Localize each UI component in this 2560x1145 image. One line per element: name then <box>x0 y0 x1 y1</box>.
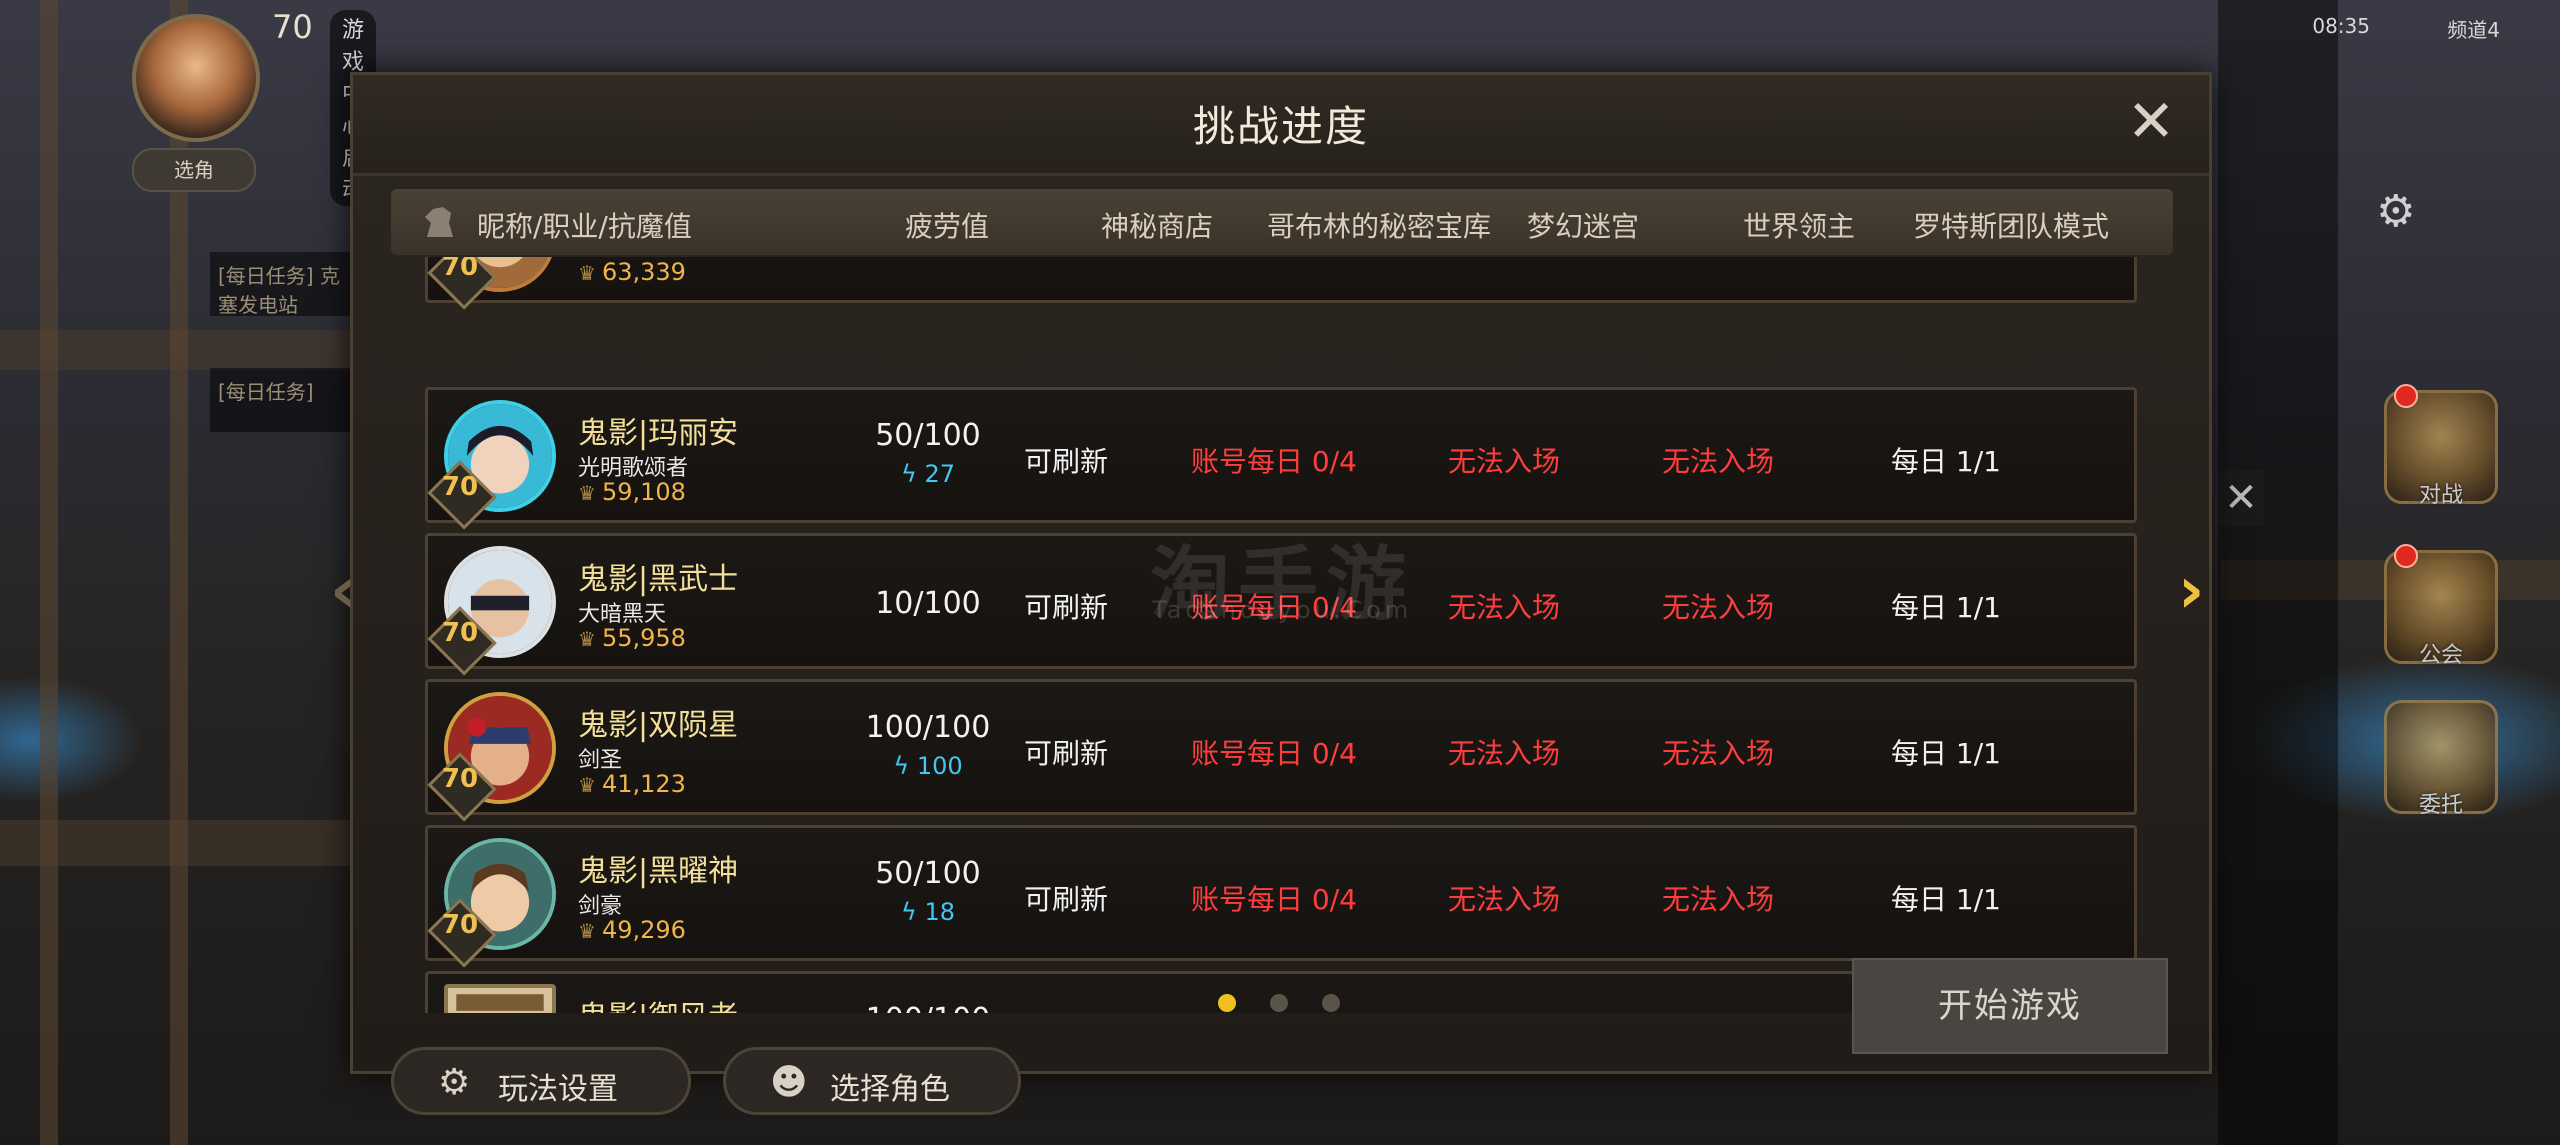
column-header-dream-maze: 梦幻迷宫 <box>1527 210 1640 243</box>
anti-magic-number: 55,958 <box>601 624 686 652</box>
page-dot-3[interactable] <box>1322 994 1340 1012</box>
lightning-icon: ϟ <box>900 898 925 926</box>
mystic-shop-status: 可刷新 <box>1023 591 1108 624</box>
page-dot-2[interactable] <box>1270 994 1288 1012</box>
right-hud: 08:35 频道4 对战 公会 委托 <box>2220 0 2560 1145</box>
fatigue-bonus-number: 18 <box>924 898 955 926</box>
commission-label: 委托 <box>2418 793 2463 818</box>
mystic-shop-status: 可刷新 <box>1023 737 1108 770</box>
player-hud: 70 游戏中心启动 选角 [每日任务] 克塞发电站 [每日任务] <box>0 0 377 460</box>
level-text: 70 <box>441 910 479 940</box>
lightning-icon: ϟ <box>900 460 925 488</box>
world-boss-status: 无法入场 <box>1661 445 1774 478</box>
character-name: 鬼影|双陨星 <box>578 708 739 743</box>
anti-magic-value: ♛ 49,296 <box>578 916 686 944</box>
dialog-title: 挑战进度 <box>1192 102 1369 151</box>
anti-magic-number: 59,108 <box>601 478 686 506</box>
anti-magic-value: ♛ 63,339 <box>578 258 686 286</box>
settings-gear-icon[interactable]: ⚙ <box>2376 186 2415 237</box>
table-row[interactable]: 70 ♛ 63,339 <box>425 257 2137 310</box>
anti-magic-value: ♛ 55,958 <box>578 624 686 652</box>
dialog-title-bar: 挑战进度 ✕ <box>353 75 2209 176</box>
raid-status: 每日 1/1 <box>1891 883 2001 916</box>
select-character-chip[interactable]: 选角 <box>132 148 256 192</box>
world-boss-status: 无法入场 <box>1661 883 1774 916</box>
fatigue-bonus-number: 27 <box>924 460 955 488</box>
level-text: 70 <box>441 472 479 502</box>
raid-status: 每日 1/1 <box>1891 445 2001 478</box>
crown-icon: ♛ <box>578 919 596 943</box>
guild-label: 公会 <box>2418 643 2463 668</box>
crown-icon: ♛ <box>578 773 596 797</box>
watermark-url: Taoshouyou.Com <box>1152 596 1413 624</box>
channel[interactable]: 频道4 <box>2447 14 2500 43</box>
table-header: 昵称/职业/抗魔值 疲劳值 神秘商店 哥布林的秘密宝库 梦幻迷宫 世界领主 罗特… <box>391 189 2173 255</box>
dream-maze-status: 无法入场 <box>1447 737 1560 770</box>
gear-icon: ⚙ <box>438 1062 471 1103</box>
notification-dot <box>2394 544 2418 568</box>
clock: 08:35 <box>2312 14 2370 38</box>
level-text: 70 <box>441 618 479 648</box>
select-role-label: 选择角色 <box>830 1072 950 1107</box>
close-side-panel-icon[interactable]: ✕ <box>2218 470 2264 526</box>
anti-magic-value: ♛ 59,108 <box>578 478 686 506</box>
dream-maze-status: 无法入场 <box>1447 883 1560 916</box>
anti-magic-number: 63,339 <box>601 258 686 286</box>
character-silhouette-icon <box>425 207 453 237</box>
anti-magic-number: 41,123 <box>601 770 686 798</box>
character-name: 鬼影|御风者 <box>578 992 738 1013</box>
anti-magic-value: ♛ 41,123 <box>578 770 686 798</box>
crown-icon: ♛ <box>578 627 596 651</box>
table-row[interactable]: 70 鬼影|玛丽安 光明歌颂者 ♛ 59,108 50/100 ϟ 27 可刷新 … <box>425 387 2137 530</box>
goblin-vault-status: 账号每日 0/4 <box>1191 737 1357 770</box>
crown-icon: ♛ <box>578 481 596 505</box>
column-header-mystic-shop: 神秘商店 <box>1101 210 1214 243</box>
raid-status: 每日 1/1 <box>1891 737 2001 770</box>
table-row[interactable]: 70 鬼影|双陨星 剑圣 ♛ 41,123 100/100 ϟ 100 可刷新 账… <box>425 679 2137 822</box>
column-header-raid: 罗特斯团队模式 <box>1913 210 2110 243</box>
goblin-vault-status: 账号每日 0/4 <box>1191 445 1357 478</box>
raid-status: 每日 1/1 <box>1891 591 2001 624</box>
next-page-arrow-icon[interactable]: › <box>2178 554 2204 628</box>
character-name: 鬼影|黑曜神 <box>578 854 739 889</box>
previous-page-arrow-icon[interactable]: ‹ <box>330 554 356 628</box>
gameplay-settings-button[interactable]: ⚙ 玩法设置 <box>391 1047 691 1115</box>
page-dot-1[interactable] <box>1218 994 1236 1012</box>
dream-maze-status: 无法入场 <box>1447 591 1560 624</box>
pvp-label: 对战 <box>2418 483 2463 508</box>
daily-task-2[interactable]: [每日任务] <box>210 368 350 432</box>
goblin-vault-status: 账号每日 0/4 <box>1191 883 1357 916</box>
mystic-shop-status: 可刷新 <box>1023 445 1108 478</box>
table-row[interactable]: 70 鬼影|黑曜神 剑豪 ♛ 49,296 50/100 ϟ 18 可刷新 账号每… <box>425 825 2137 968</box>
player-avatar[interactable] <box>132 14 260 142</box>
column-header-world-boss: 世界领主 <box>1743 210 1856 243</box>
world-boss-status: 无法入场 <box>1661 737 1774 770</box>
notification-dot <box>2394 384 2418 408</box>
world-boss-status: 无法入场 <box>1661 591 1774 624</box>
column-header-name: 昵称/职业/抗魔值 <box>477 210 692 243</box>
start-game-button[interactable]: 开始游戏 <box>1852 958 2168 1054</box>
select-role-button[interactable]: ☻ 选择角色 <box>723 1047 1021 1115</box>
dream-maze-status: 无法入场 <box>1447 445 1560 478</box>
mystic-shop-status: 可刷新 <box>1023 883 1108 916</box>
gameplay-settings-label: 玩法设置 <box>498 1072 618 1107</box>
level-text: 70 <box>441 764 479 794</box>
commission-button[interactable]: 委托 <box>2384 700 2498 818</box>
player-level: 70 <box>272 8 313 46</box>
wanted-poster-portrait <box>444 984 556 1013</box>
anti-magic-number: 49,296 <box>601 916 686 944</box>
character-icon: ☻ <box>770 1062 808 1103</box>
character-name: 鬼影|黑武士 <box>578 562 739 597</box>
daily-task-1[interactable]: [每日任务] 克塞发电站 <box>210 252 350 317</box>
level-text: 70 <box>441 257 479 282</box>
fatigue-value: 100/100 <box>828 1002 1028 1013</box>
character-name: 鬼影|玛丽安 <box>578 416 739 451</box>
crown-icon: ♛ <box>578 261 596 285</box>
close-icon[interactable]: ✕ <box>2121 92 2181 153</box>
lightning-icon: ϟ <box>893 752 917 780</box>
column-header-fatigue: 疲劳值 <box>905 210 990 243</box>
column-header-goblin-vault: 哥布林的秘密宝库 <box>1267 210 1492 243</box>
